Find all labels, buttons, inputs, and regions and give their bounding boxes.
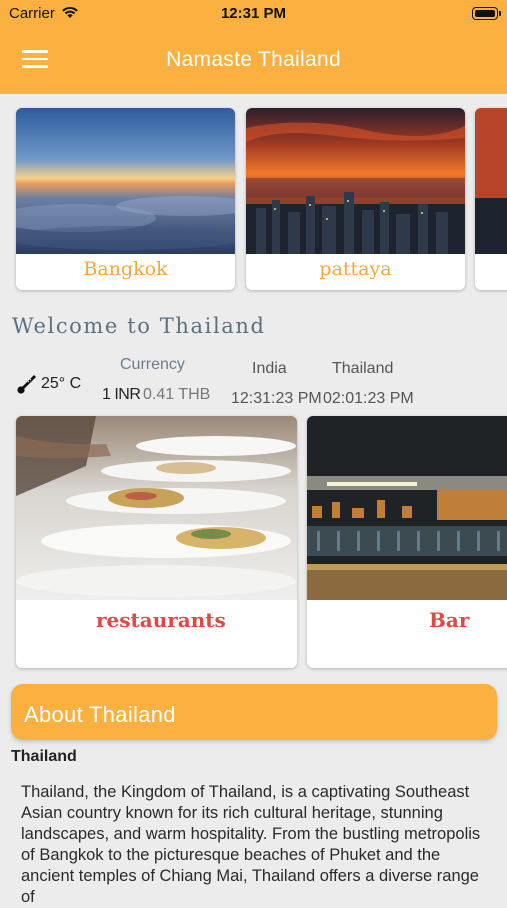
nav-bar: Namaste Thailand xyxy=(0,28,507,94)
status-bar: Carrier 12:31 PM xyxy=(0,0,507,28)
category-label: Bar xyxy=(429,608,470,632)
battery-icon xyxy=(472,7,501,20)
about-section-header[interactable]: About Thailand xyxy=(11,684,497,740)
about-subtitle: Thailand xyxy=(11,748,77,765)
about-body-text: Thailand, the Kingdom of Thailand, is a … xyxy=(21,783,481,906)
thailand-time: 02:01:23 PM xyxy=(323,390,414,407)
currency-inr-value: 1 INR xyxy=(102,386,141,403)
restaurants-image xyxy=(16,416,297,600)
category-card-restaurants[interactable]: restaurants xyxy=(16,416,297,668)
currency-label: Currency xyxy=(120,356,185,373)
thailand-clock-label: Thailand xyxy=(332,360,394,377)
temperature-value: 25° C xyxy=(41,375,82,392)
app-title: Namaste Thailand xyxy=(166,48,341,71)
bar-image xyxy=(307,416,507,600)
city-card-bangkok[interactable]: Bangkok xyxy=(16,108,235,290)
category-card-bar[interactable]: Bar xyxy=(307,416,507,668)
about-title: About Thailand xyxy=(24,702,176,727)
category-label: restaurants xyxy=(96,608,226,632)
city-card-pattaya[interactable]: pattaya xyxy=(246,108,465,290)
india-time: 12:31:23 PM xyxy=(231,390,322,407)
city-image xyxy=(475,108,507,254)
thermometer-icon xyxy=(17,375,36,394)
india-clock-label: India xyxy=(252,360,287,377)
clock-time: 12:31 PM xyxy=(220,5,287,22)
bangkok-image xyxy=(16,108,235,254)
city-card-partial[interactable] xyxy=(475,108,507,290)
city-label: Bangkok xyxy=(83,258,168,280)
welcome-heading: Welcome to Thailand xyxy=(12,314,266,338)
city-label: pattaya xyxy=(319,258,392,280)
pattaya-image xyxy=(246,108,465,254)
currency-thb-value: 0.41 THB xyxy=(143,386,211,403)
